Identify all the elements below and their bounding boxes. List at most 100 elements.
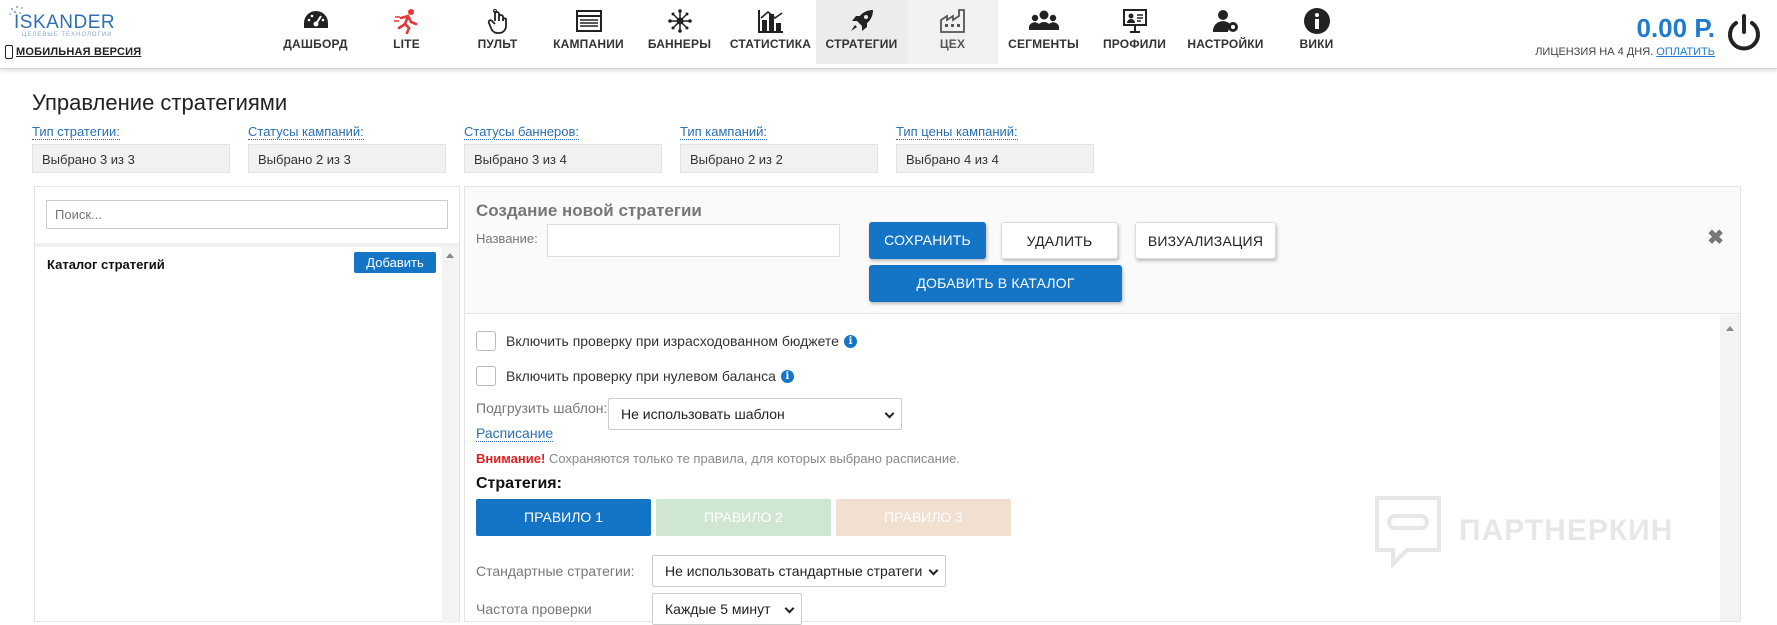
watermark-text: ПАРТНЕРКИН	[1459, 514, 1674, 547]
profiles-presentation-icon	[1120, 7, 1150, 35]
rule-2-tab[interactable]: ПРАВИЛО 2	[656, 499, 831, 536]
license-text: ЛИЦЕНЗИЯ НА 4 ДНЯ.	[1535, 46, 1654, 58]
nav-item-segments[interactable]: СЕГМЕНТЫ	[998, 0, 1089, 64]
nav-item-dashboard[interactable]: ДАШБОРД	[270, 0, 361, 64]
visualize-button[interactable]: ВИЗУАЛИЗАЦИЯ	[1135, 222, 1276, 259]
pay-link[interactable]: ОПЛАТИТЬ	[1656, 46, 1715, 58]
filter-campaign-status: Статусы кампаний: Выбрано 2 из 3	[248, 123, 446, 173]
template-select[interactable]: Не использовать шаблон	[608, 398, 902, 430]
check-frequency-label: Частота проверки	[476, 601, 592, 617]
delete-button[interactable]: УДАЛИТЬ	[1001, 222, 1118, 259]
filter-label[interactable]: Статусы кампаний:	[248, 124, 364, 140]
check-zero-balance-checkbox[interactable]	[476, 366, 496, 386]
nav-item-remote[interactable]: ПУЛЬТ	[452, 0, 543, 64]
filter-label[interactable]: Тип цены кампаний:	[896, 124, 1018, 140]
dashboard-gauge-icon	[301, 7, 331, 35]
logo-dots-icon	[9, 5, 23, 15]
filter-select[interactable]: Выбрано 4 из 4	[896, 144, 1094, 173]
check-budget-label: Включить проверку при израсходованном бю…	[506, 333, 839, 349]
catalog-title: Каталог стратегий	[47, 257, 165, 272]
nav-item-lite[interactable]: LITE	[361, 0, 452, 64]
check-zero-balance-label: Включить проверку при нулевом баланса	[506, 368, 776, 384]
schedule-warning: Внимание! Сохраняются только те правила,…	[476, 451, 960, 466]
logo[interactable]: ISKANDER ЦЕЛЕВЫЕ ТЕХНОЛОГИИ	[9, 5, 115, 38]
nav-item-workshop[interactable]: ЦЕХ	[907, 0, 998, 64]
rule-1-tab[interactable]: ПРАВИЛО 1	[476, 499, 651, 536]
filter-label[interactable]: Статусы баннеров:	[464, 124, 579, 140]
warning-strong: Внимание!	[476, 451, 546, 466]
check-budget-row[interactable]: Включить проверку при израсходованном бю…	[476, 331, 857, 351]
standard-strategies-label: Стандартные стратегии:	[476, 563, 635, 579]
save-button[interactable]: СОХРАНИТЬ	[869, 222, 986, 259]
filter-select[interactable]: Выбрано 3 из 3	[32, 144, 230, 173]
filter-label[interactable]: Тип кампаний:	[680, 124, 768, 140]
mobile-version-link[interactable]: МОБИЛЬНАЯ ВЕРСИЯ	[5, 45, 141, 59]
power-icon[interactable]	[1725, 13, 1763, 53]
top-bar: ISKANDER ЦЕЛЕВЫЕ ТЕХНОЛОГИИ МОБИЛЬНАЯ ВЕ…	[0, 0, 1777, 69]
strategy-catalog-panel: Каталог стратегий Добавить	[34, 186, 460, 623]
filter-banner-status: Статусы баннеров: Выбрано 3 из 4	[464, 123, 662, 173]
phone-icon	[5, 45, 13, 59]
nav-label: ЦЕХ	[939, 37, 966, 51]
scrollbar[interactable]	[442, 247, 459, 623]
nav-item-wiki[interactable]: ВИКИ	[1271, 0, 1362, 64]
filter-campaign-type: Тип кампаний: Выбрано 2 из 2	[680, 123, 878, 173]
runner-icon	[392, 7, 422, 35]
nav-item-profiles[interactable]: ПРОФИЛИ	[1089, 0, 1180, 64]
balance-block: 0.00 Р. ЛИЦЕНЗИЯ НА 4 ДНЯ. ОПЛАТИТЬ	[1535, 14, 1715, 58]
watermark: ПАРТНЕРКИН	[1373, 494, 1673, 568]
add-to-catalog-button[interactable]: ДОБАВИТЬ В КАТАЛОГ	[869, 265, 1122, 302]
scrollbar[interactable]	[1720, 315, 1740, 621]
editor-header: Создание новой стратегии Название: СОХРА…	[465, 187, 1740, 314]
nav-item-campaigns[interactable]: КАМПАНИИ	[543, 0, 634, 64]
rocket-icon	[847, 7, 877, 35]
nav-item-settings[interactable]: НАСТРОЙКИ	[1180, 0, 1271, 64]
nav-label: СЕГМЕНТЫ	[1008, 37, 1079, 51]
standard-strategies-value: Не использовать стандартные стратеги	[665, 563, 923, 579]
filter-select[interactable]: Выбрано 2 из 3	[248, 144, 446, 173]
nav-item-statistics[interactable]: СТАТИСТИКА	[725, 0, 816, 64]
nav-item-banners[interactable]: БАННЕРЫ	[634, 0, 725, 64]
mobile-version-label: МОБИЛЬНАЯ ВЕРСИЯ	[16, 46, 142, 58]
check-zero-balance-row[interactable]: Включить проверку при нулевом баланса i	[476, 366, 794, 386]
check-budget-checkbox[interactable]	[476, 331, 496, 351]
banners-network-icon	[665, 7, 695, 35]
balance-amount: 0.00 Р.	[1636, 13, 1716, 43]
add-strategy-button[interactable]: Добавить	[354, 252, 436, 273]
strategy-section-title: Стратегия:	[476, 475, 562, 492]
statistics-chart-icon	[756, 7, 786, 35]
check-frequency-select[interactable]: Каждые 5 минут	[652, 593, 802, 625]
search-input[interactable]	[46, 200, 448, 229]
standard-strategies-select[interactable]: Не использовать стандартные стратеги	[652, 555, 946, 587]
info-icon[interactable]: i	[780, 369, 794, 383]
chevron-down-icon	[928, 565, 939, 576]
chevron-down-icon	[884, 408, 895, 419]
watermark-logo-icon	[1375, 496, 1441, 568]
editor-body: Включить проверку при израсходованном бю…	[465, 315, 1740, 625]
scroll-up-icon[interactable]	[1726, 326, 1734, 331]
filter-label[interactable]: Тип стратегии:	[32, 124, 120, 140]
main-nav: ДАШБОРД LITE ПУЛЬТ КАМПАНИИ БАННЕРЫ СТАТ…	[270, 0, 1362, 64]
nav-item-strategies[interactable]: СТРАТЕГИИ	[816, 0, 907, 64]
template-select-value: Не использовать шаблон	[621, 406, 785, 422]
rule-3-tab[interactable]: ПРАВИЛО 3	[836, 499, 1011, 536]
scroll-up-icon[interactable]	[446, 253, 454, 258]
nav-label: НАСТРОЙКИ	[1187, 37, 1264, 51]
nav-label: ПУЛЬТ	[477, 37, 518, 51]
filter-select[interactable]: Выбрано 2 из 2	[680, 144, 878, 173]
nav-label: БАННЕРЫ	[647, 37, 712, 51]
filter-price-type: Тип цены кампаний: Выбрано 4 из 4	[896, 123, 1094, 173]
schedule-link[interactable]: Расписание	[476, 425, 554, 442]
warning-text: Сохраняются только те правила, для котор…	[545, 451, 960, 466]
filter-select[interactable]: Выбрано 3 из 4	[464, 144, 662, 173]
nav-label: LITE	[393, 37, 420, 51]
nav-label: СТРАТЕГИИ	[825, 37, 898, 51]
close-icon[interactable]: ✖	[1707, 225, 1724, 250]
nav-label: КАМПАНИИ	[553, 37, 624, 51]
campaigns-list-icon	[574, 7, 604, 35]
user-settings-icon	[1211, 7, 1241, 35]
factory-icon	[938, 7, 968, 35]
chevron-down-icon	[784, 603, 795, 614]
info-icon[interactable]: i	[843, 334, 857, 348]
strategy-name-input[interactable]	[547, 224, 840, 257]
